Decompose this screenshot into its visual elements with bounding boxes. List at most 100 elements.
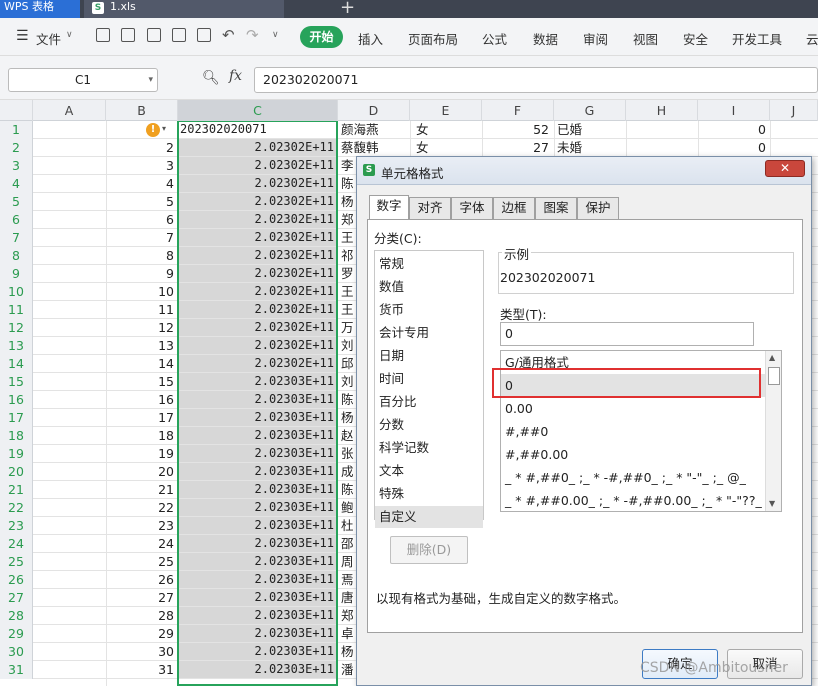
category-list[interactable]: 常规 数值 货币 会计专用 日期 时间 百分比 分数 科学记数 文本 特殊 自定义 xyxy=(374,250,484,528)
row-header[interactable]: 18 xyxy=(0,427,33,445)
column-header-h[interactable]: H xyxy=(626,100,698,121)
tab-border[interactable]: 边框 xyxy=(493,197,535,219)
column-header-j[interactable]: J xyxy=(770,100,818,121)
zoom-search-icon[interactable]: 🔍︎ xyxy=(202,70,220,86)
category-item[interactable]: 特殊 xyxy=(375,483,483,505)
cell-c[interactable]: 2.02302E+11 xyxy=(178,139,337,156)
column-header-g[interactable]: G xyxy=(554,100,626,121)
row-header[interactable]: 7 xyxy=(0,229,33,247)
row-header[interactable]: 17 xyxy=(0,409,33,427)
cell-f[interactable]: 27 xyxy=(482,139,552,156)
cell-b[interactable]: 22 xyxy=(106,499,177,516)
cell-c[interactable]: 2.02303E+11 xyxy=(178,481,337,498)
warning-icon[interactable]: ! xyxy=(146,123,160,137)
cell-i[interactable]: 0 xyxy=(700,121,768,138)
cell-c[interactable]: 2.02303E+11 xyxy=(178,391,337,408)
row-header[interactable]: 20 xyxy=(0,463,33,481)
row-header[interactable]: 31 xyxy=(0,661,33,679)
hamburger-icon[interactable]: ☰ xyxy=(16,28,29,44)
menu-security[interactable]: 安全 xyxy=(683,29,708,48)
open-folder-icon[interactable] xyxy=(96,28,110,42)
column-header-b[interactable]: B xyxy=(106,100,178,121)
menu-start[interactable]: 开始 xyxy=(300,26,343,48)
row-header[interactable]: 23 xyxy=(0,517,33,535)
cell-c[interactable]: 2.02303E+11 xyxy=(178,427,337,444)
row-header[interactable]: 15 xyxy=(0,373,33,391)
row-header[interactable]: 16 xyxy=(0,391,33,409)
cell-c[interactable]: 2.02302E+11 xyxy=(178,211,337,228)
name-box[interactable]: C1 ▾ xyxy=(8,68,158,92)
cell-b[interactable]: 8 xyxy=(106,247,177,264)
pdf-icon[interactable] xyxy=(147,28,161,42)
row-header[interactable]: 21 xyxy=(0,481,33,499)
category-item[interactable]: 文本 xyxy=(375,460,483,482)
cell-b[interactable]: 11 xyxy=(106,301,177,318)
menu-formula[interactable]: 公式 xyxy=(482,29,507,48)
row-header[interactable]: 28 xyxy=(0,607,33,625)
menu-cloud[interactable]: 云 xyxy=(806,29,818,48)
scroll-down-icon[interactable]: ▼ xyxy=(769,499,775,508)
cell-c[interactable]: 202302020071 xyxy=(178,121,337,138)
cell-b[interactable]: 3 xyxy=(106,157,177,174)
print-preview-icon[interactable] xyxy=(197,28,211,42)
row-header[interactable]: 5 xyxy=(0,193,33,211)
cell-b[interactable]: 25 xyxy=(106,553,177,570)
row-header[interactable]: 26 xyxy=(0,571,33,589)
menu-insert[interactable]: 插入 xyxy=(358,29,383,48)
cell-c[interactable]: 2.02302E+11 xyxy=(178,337,337,354)
menu-data[interactable]: 数据 xyxy=(533,29,558,48)
cell-f[interactable]: 52 xyxy=(482,121,552,138)
row-header[interactable]: 6 xyxy=(0,211,33,229)
print-icon[interactable] xyxy=(172,28,186,42)
cell-c[interactable]: 2.02302E+11 xyxy=(178,175,337,192)
cell-c[interactable]: 2.02302E+11 xyxy=(178,193,337,210)
cell-b[interactable]: 14 xyxy=(106,355,177,372)
new-tab-button[interactable]: + xyxy=(340,0,355,18)
cell-c[interactable]: 2.02302E+11 xyxy=(178,247,337,264)
chevron-down-icon[interactable]: ▾ xyxy=(148,69,153,91)
cell-c[interactable]: 2.02303E+11 xyxy=(178,625,337,642)
row-header[interactable]: 30 xyxy=(0,643,33,661)
scroll-up-icon[interactable]: ▲ xyxy=(769,353,775,362)
cell-b[interactable]: 24 xyxy=(106,535,177,552)
column-header-i[interactable]: I xyxy=(698,100,770,121)
select-all-corner[interactable] xyxy=(0,100,33,121)
cell-b[interactable]: 19 xyxy=(106,445,177,462)
tab-file[interactable]: S 1.xls xyxy=(84,0,284,18)
cell-i[interactable]: 0 xyxy=(700,139,768,156)
cell-c[interactable]: 2.02302E+11 xyxy=(178,355,337,372)
category-item[interactable]: 分数 xyxy=(375,414,483,436)
cell-b[interactable]: 29 xyxy=(106,625,177,642)
cell-b[interactable]: 2 xyxy=(106,139,177,156)
category-item[interactable]: 百分比 xyxy=(375,391,483,413)
row-header[interactable]: 2 xyxy=(0,139,33,157)
menu-review[interactable]: 审阅 xyxy=(583,29,608,48)
type-list-item[interactable]: #,##0 xyxy=(501,420,765,443)
redo-dropdown-icon[interactable]: ∨ xyxy=(272,30,279,40)
cell-b[interactable]: 26 xyxy=(106,571,177,588)
cell-b[interactable]: 23 xyxy=(106,517,177,534)
undo-icon[interactable]: ↶ xyxy=(222,26,235,44)
row-header[interactable]: 1 xyxy=(0,121,33,139)
category-item[interactable]: 数值 xyxy=(375,276,483,298)
cell-e[interactable]: 女 xyxy=(414,121,480,138)
tab-number[interactable]: 数字 xyxy=(369,195,409,220)
cell-b[interactable]: 12 xyxy=(106,319,177,336)
tab-alignment[interactable]: 对齐 xyxy=(409,197,451,219)
redo-icon[interactable]: ↷ xyxy=(246,26,259,44)
menu-file[interactable]: 文件 xyxy=(36,29,61,48)
row-header[interactable]: 27 xyxy=(0,589,33,607)
tab-protection[interactable]: 保护 xyxy=(577,197,619,219)
row-header[interactable]: 10 xyxy=(0,283,33,301)
column-header-d[interactable]: D xyxy=(338,100,410,121)
cell-b[interactable]: 7 xyxy=(106,229,177,246)
row-header[interactable]: 19 xyxy=(0,445,33,463)
row-header[interactable]: 9 xyxy=(0,265,33,283)
type-list-item[interactable]: #,##0.00 xyxy=(501,443,765,466)
tab-wps[interactable]: WPS 表格 xyxy=(0,0,80,18)
cell-c[interactable]: 2.02303E+11 xyxy=(178,607,337,624)
row-header[interactable]: 29 xyxy=(0,625,33,643)
cell-e[interactable]: 女 xyxy=(414,139,480,156)
category-item[interactable]: 货币 xyxy=(375,299,483,321)
cell-b[interactable]: 16 xyxy=(106,391,177,408)
